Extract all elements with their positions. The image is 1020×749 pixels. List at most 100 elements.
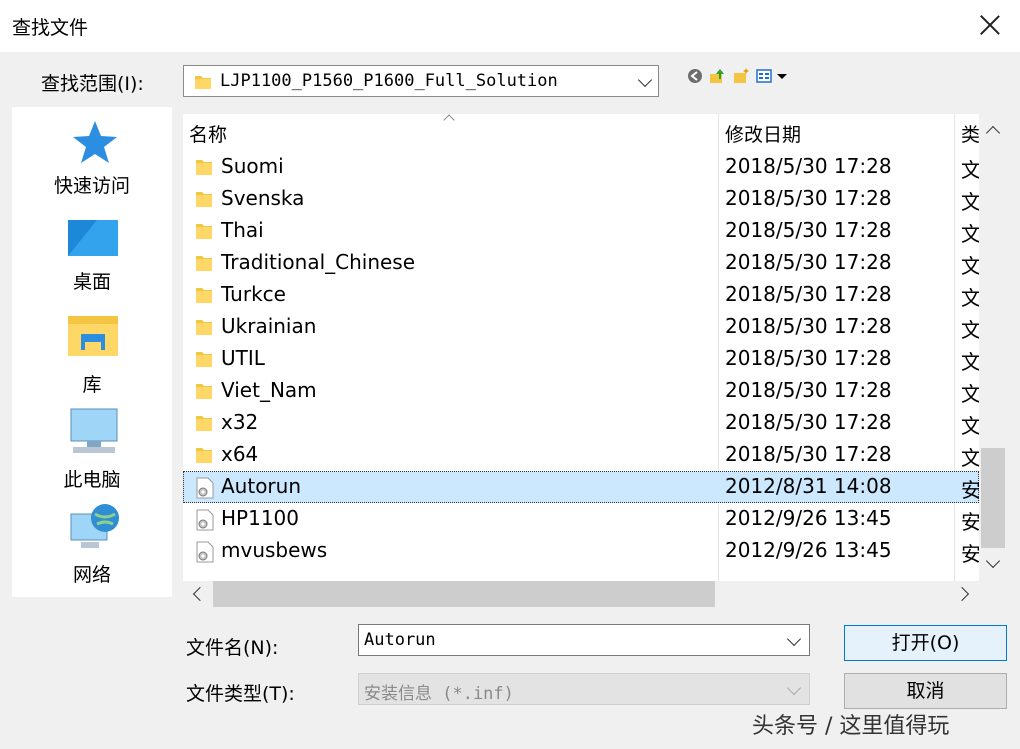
scroll-up-icon[interactable] [985, 125, 1001, 141]
file-date: 2018/5/30 17:28 [725, 186, 892, 210]
file-row[interactable]: Thai 2018/5/30 17:28 文 [183, 215, 979, 247]
folder-icon [195, 445, 213, 470]
file-name: Viet_Nam [221, 378, 317, 402]
file-type: 文 [961, 382, 979, 406]
file-row[interactable]: Ukrainian 2018/5/30 17:28 文 [183, 311, 979, 343]
file-row[interactable]: Suomi 2018/5/30 17:28 文 [183, 151, 979, 183]
file-type: 文 [961, 446, 979, 470]
chevron-down-icon[interactable] [786, 631, 802, 647]
file-type: 文 [961, 190, 979, 214]
file-date: 2018/5/30 17:28 [725, 282, 892, 306]
file-type: 文 [961, 414, 979, 438]
title-bar: 查找文件 [0, 0, 1020, 52]
file-row[interactable]: Autorun 2012/8/31 14:08 安 [183, 471, 979, 503]
vertical-scrollbar[interactable] [979, 114, 1007, 581]
place-label: 快速访问 [53, 175, 130, 197]
place-desktop[interactable]: 桌面 [12, 217, 172, 307]
filename-input[interactable]: Autorun [358, 624, 810, 656]
places-bar: 快速访问 桌面 库 此电脑 网络 [12, 107, 172, 597]
place-label: 网络 [72, 564, 111, 586]
file-row[interactable]: x32 2018/5/30 17:28 文 [183, 407, 979, 439]
filetype-value: 安装信息 (*.inf) [364, 684, 514, 704]
folder-icon [195, 221, 213, 246]
file-type: 安 [961, 510, 979, 534]
file-row[interactable]: Turkce 2018/5/30 17:28 文 [183, 279, 979, 311]
setup-information-file-icon [195, 541, 215, 568]
place-this-pc[interactable]: 此电脑 [12, 407, 172, 497]
file-name: x64 [221, 442, 259, 466]
window-title: 查找文件 [12, 17, 89, 39]
file-date: 2012/9/26 13:45 [725, 506, 892, 530]
file-date: 2018/5/30 17:28 [725, 314, 892, 338]
file-date: 2012/9/26 13:45 [725, 538, 892, 562]
file-row[interactable]: Viet_Nam 2018/5/30 17:28 文 [183, 375, 979, 407]
list-header: 名称 修改日期 类 [183, 114, 979, 581]
place-quick-access[interactable]: 快速访问 [12, 119, 172, 209]
folder-icon [195, 285, 213, 310]
folder-icon [195, 413, 213, 438]
file-date: 2018/5/30 17:28 [725, 410, 892, 434]
file-date: 2018/5/30 17:28 [725, 346, 892, 370]
file-list[interactable]: 名称 修改日期 类 Suomi 2018/5/30 17:28 文 Svenska 20… [183, 114, 979, 581]
folder-icon [195, 349, 213, 374]
file-type: 文 [961, 318, 979, 342]
filename-value: Autorun [364, 630, 436, 650]
file-type: 安 [961, 478, 979, 502]
file-name: Suomi [221, 154, 284, 178]
network-icon [70, 504, 119, 548]
file-type: 安 [961, 542, 979, 566]
file-date: 2018/5/30 17:28 [725, 250, 892, 274]
column-header-type[interactable]: 类 [961, 120, 979, 147]
file-type: 文 [961, 222, 979, 246]
back-icon[interactable] [686, 68, 704, 84]
file-name: Autorun [221, 474, 302, 498]
folder-icon [195, 381, 213, 406]
file-type: 文 [961, 350, 979, 374]
file-name: mvusbews [221, 538, 328, 562]
chevron-down-icon[interactable] [637, 72, 653, 88]
file-name: Thai [221, 218, 264, 242]
new-folder-icon[interactable] [732, 68, 750, 84]
close-icon[interactable] [978, 12, 1002, 38]
view-menu-icon[interactable] [755, 68, 773, 84]
filetype-label: 文件类型(T): [186, 683, 295, 705]
file-date: 2018/5/30 17:28 [725, 154, 892, 178]
place-network[interactable]: 网络 [12, 502, 172, 592]
file-name: UTIL [221, 346, 265, 370]
file-name: HP1100 [221, 506, 299, 530]
vertical-scroll-thumb[interactable] [981, 448, 1005, 548]
file-row[interactable]: mvusbews 2012/9/26 13:45 安 [183, 535, 979, 567]
scroll-right-icon[interactable] [954, 586, 970, 602]
place-libraries[interactable]: 库 [12, 312, 172, 402]
file-date: 2018/5/30 17:28 [725, 442, 892, 466]
open-button[interactable]: 打开(O) [844, 625, 1007, 661]
filetype-select[interactable]: 安装信息 (*.inf) [358, 673, 810, 705]
file-row[interactable]: UTIL 2018/5/30 17:28 文 [183, 343, 979, 375]
setup-information-file-icon [195, 509, 215, 536]
file-row[interactable]: Traditional_Chinese 2018/5/30 17:28 文 [183, 247, 979, 279]
star-icon [73, 121, 117, 163]
place-label: 此电脑 [63, 469, 121, 491]
setup-information-file-icon [195, 477, 215, 504]
cancel-button[interactable]: 取消 [844, 673, 1007, 709]
file-row[interactable]: x64 2018/5/30 17:28 文 [183, 439, 979, 471]
scroll-left-icon[interactable] [192, 586, 208, 602]
horizontal-scroll-thumb[interactable] [213, 581, 715, 607]
up-folder-icon[interactable] [708, 68, 726, 84]
desktop-icon [68, 220, 118, 256]
file-row[interactable]: HP1100 2012/9/26 13:45 安 [183, 503, 979, 535]
filename-label: 文件名(N): [186, 637, 279, 659]
caret-down-icon[interactable] [776, 68, 788, 84]
horizontal-scrollbar[interactable] [183, 581, 979, 607]
folder-icon [195, 317, 213, 342]
lookin-label: 查找范围(I): [41, 73, 144, 95]
file-date: 2018/5/30 17:28 [725, 218, 892, 242]
scroll-down-icon[interactable] [985, 553, 1001, 569]
lookin-combobox[interactable]: LJP1100_P1560_P1600_Full_Solution [183, 65, 659, 97]
file-row[interactable]: Svenska 2018/5/30 17:28 文 [183, 183, 979, 215]
watermark: 头条号 / 这里值得玩 [752, 714, 950, 739]
computer-icon [70, 408, 118, 453]
column-header-name[interactable]: 名称 [189, 120, 227, 147]
column-header-date[interactable]: 修改日期 [725, 120, 801, 147]
lookin-value: LJP1100_P1560_P1600_Full_Solution [220, 71, 558, 91]
